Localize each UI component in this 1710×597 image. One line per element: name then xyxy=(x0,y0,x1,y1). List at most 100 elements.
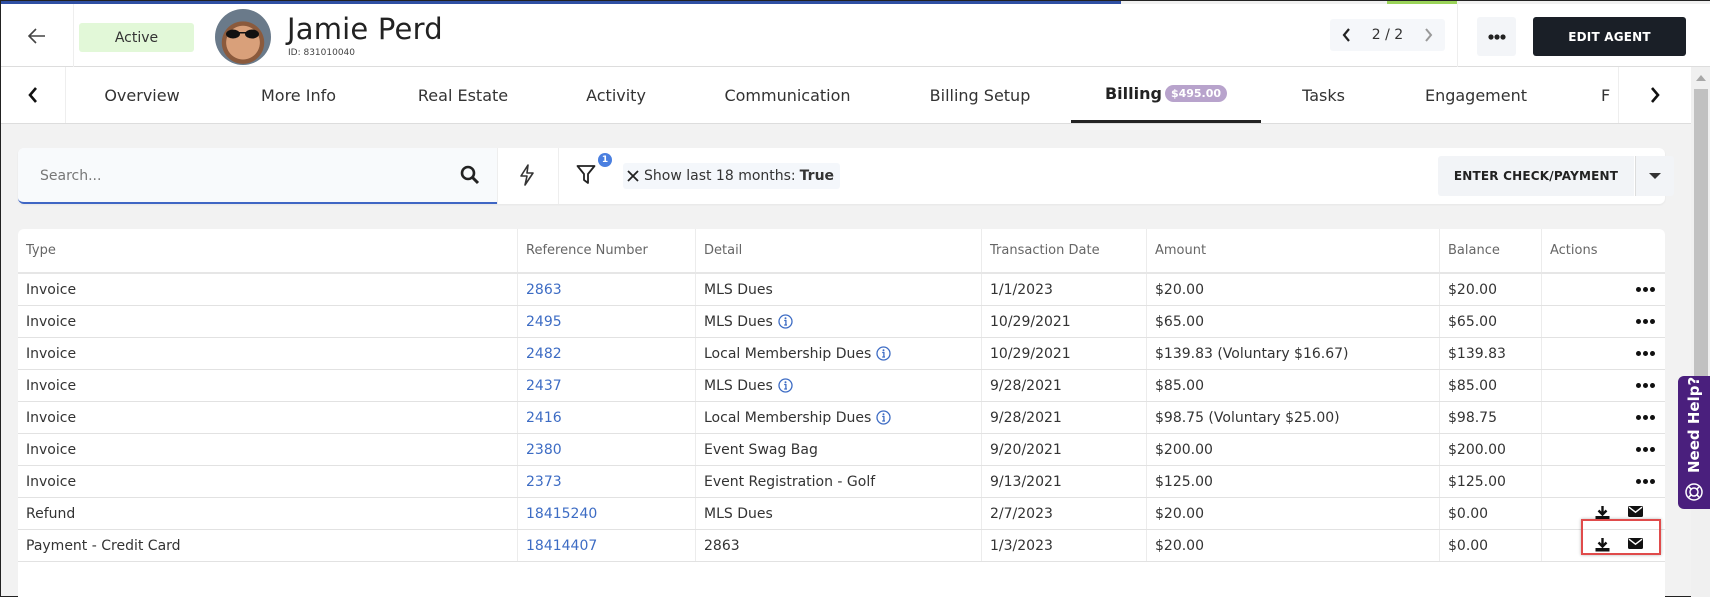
column-header-amount[interactable]: Amount xyxy=(1147,229,1440,272)
row-more-actions-button[interactable] xyxy=(1636,319,1655,324)
scroll-up-arrow-icon[interactable] xyxy=(1696,75,1706,81)
tabs-scroll-right-button[interactable] xyxy=(1618,67,1691,123)
payment-options-dropdown[interactable] xyxy=(1635,156,1674,196)
remove-filter-button[interactable] xyxy=(627,170,639,182)
info-icon[interactable] xyxy=(876,346,891,361)
back-button[interactable] xyxy=(1,4,74,67)
reference-link[interactable]: 2380 xyxy=(526,442,562,458)
enter-check-payment-button[interactable]: ENTER CHECK/PAYMENT xyxy=(1438,156,1634,196)
quick-actions-button[interactable] xyxy=(519,164,535,190)
cell-detail: Local Membership Dues xyxy=(696,402,982,433)
cell-balance: $85.00 xyxy=(1440,370,1542,401)
dot xyxy=(1643,287,1648,292)
edit-agent-button[interactable]: EDIT AGENT xyxy=(1533,17,1686,56)
tab-label: Real Estate xyxy=(417,85,509,105)
cell-date-text: 9/28/2021 xyxy=(990,409,1062,426)
email-icon[interactable] xyxy=(1628,538,1643,552)
page-scrollbar[interactable] xyxy=(1691,67,1710,597)
cell-type: Invoice xyxy=(18,338,518,369)
tab-tasks[interactable]: Tasks xyxy=(1296,67,1351,123)
tab-billing[interactable]: Billing $495.00 xyxy=(1071,67,1261,123)
agent-name: Jamie Perd xyxy=(287,12,443,46)
reference-link[interactable]: 2863 xyxy=(526,282,562,298)
cell-balance: $125.00 xyxy=(1440,466,1542,497)
download-icon[interactable] xyxy=(1595,538,1610,552)
tab-communication[interactable]: Communication xyxy=(719,67,856,123)
table-row: Invoice 2380 Event Swag Bag 9/20/2021 $200.0… xyxy=(18,434,1665,466)
row-more-actions-button[interactable] xyxy=(1636,383,1655,388)
dot xyxy=(1643,479,1648,484)
filter-button[interactable] xyxy=(576,164,596,190)
download-icon[interactable] xyxy=(1595,506,1610,520)
reference-link[interactable]: 2373 xyxy=(526,474,562,490)
reference-link[interactable]: 18414407 xyxy=(526,538,597,554)
info-icon[interactable] xyxy=(778,314,793,329)
cell-actions xyxy=(1542,402,1665,433)
search-button[interactable] xyxy=(460,165,480,189)
cell-date: 10/29/2021 xyxy=(982,306,1147,337)
column-header-date[interactable]: Transaction Date xyxy=(982,229,1147,272)
cell-date: 9/28/2021 xyxy=(982,402,1147,433)
reference-link[interactable]: 2495 xyxy=(526,314,562,330)
dot xyxy=(1650,287,1655,292)
email-icon[interactable] xyxy=(1628,506,1643,520)
cell-amount: $20.00 xyxy=(1147,274,1440,305)
cell-balance: $139.83 xyxy=(1440,338,1542,369)
cell-reference: 18414407 xyxy=(518,530,696,561)
cell-balance: $98.75 xyxy=(1440,402,1542,433)
tab-engagement[interactable]: Engagement xyxy=(1421,67,1531,123)
column-header-type[interactable]: Type xyxy=(18,229,518,272)
row-more-actions-button[interactable] xyxy=(1636,479,1655,484)
more-options-button[interactable] xyxy=(1477,17,1516,56)
reference-link[interactable]: 18415240 xyxy=(526,506,597,522)
chevron-left-icon xyxy=(1342,28,1350,42)
pager-count: 2 / 2 xyxy=(1371,27,1404,43)
cell-detail: Event Registration - Golf xyxy=(696,466,982,497)
tab-more-info[interactable]: More Info xyxy=(251,67,346,123)
tab-activity[interactable]: Activity xyxy=(576,67,656,123)
need-help-tab[interactable]: Need Help? xyxy=(1678,376,1710,509)
search-input[interactable] xyxy=(40,162,440,190)
cell-amount-text: $85.00 xyxy=(1155,377,1204,394)
tab-real-estate[interactable]: Real Estate xyxy=(411,67,515,123)
cell-type-text: Refund xyxy=(26,505,76,522)
reference-link[interactable]: 2437 xyxy=(526,378,562,394)
column-header-balance[interactable]: Balance xyxy=(1440,229,1542,272)
row-more-actions-button[interactable] xyxy=(1636,415,1655,420)
cell-detail-text: Event Registration - Golf xyxy=(704,473,876,490)
filter-funnel-icon xyxy=(576,165,596,184)
tab-overview[interactable]: Overview xyxy=(96,67,188,123)
tabs-scroll-left-button[interactable] xyxy=(1,67,66,123)
cell-reference: 2482 xyxy=(518,338,696,369)
row-more-actions-button[interactable] xyxy=(1636,287,1655,292)
scrollbar-thumb[interactable] xyxy=(1694,89,1708,389)
column-header-reference[interactable]: Reference Number xyxy=(518,229,696,272)
avatar xyxy=(215,9,271,65)
cell-balance-text: $98.75 xyxy=(1448,409,1497,426)
pager-next-button[interactable] xyxy=(1424,28,1433,42)
tab-bar: Overview More Info Real Estate Activity … xyxy=(1,67,1691,124)
info-icon[interactable] xyxy=(876,410,891,425)
cell-actions xyxy=(1542,498,1665,529)
cell-detail-text: Event Swag Bag xyxy=(704,441,818,458)
tab-label: More Info xyxy=(260,85,337,105)
record-pager: 2 / 2 xyxy=(1330,19,1445,51)
pager-prev-button[interactable] xyxy=(1342,28,1351,42)
column-header-detail[interactable]: Detail xyxy=(696,229,982,272)
cell-amount-text: $20.00 xyxy=(1155,537,1204,554)
reference-link[interactable]: 2482 xyxy=(526,346,562,362)
table-row: Invoice 2863 MLS Dues 1/1/2023 $20.00 $20.00 xyxy=(18,274,1665,306)
cell-amount-text: $125.00 xyxy=(1155,473,1213,490)
cell-balance: $0.00 xyxy=(1440,498,1542,529)
cell-detail: MLS Dues xyxy=(696,498,982,529)
row-more-actions-button[interactable] xyxy=(1636,447,1655,452)
cell-reference: 2863 xyxy=(518,274,696,305)
row-more-actions-button[interactable] xyxy=(1636,351,1655,356)
info-icon[interactable] xyxy=(778,378,793,393)
dot xyxy=(1650,447,1655,452)
reference-link[interactable]: 2416 xyxy=(526,410,562,426)
tab-billing-setup[interactable]: Billing Setup xyxy=(921,67,1039,123)
cell-type: Invoice xyxy=(18,434,518,465)
cell-reference: 2373 xyxy=(518,466,696,497)
column-header-actions: Actions xyxy=(1550,243,1598,258)
